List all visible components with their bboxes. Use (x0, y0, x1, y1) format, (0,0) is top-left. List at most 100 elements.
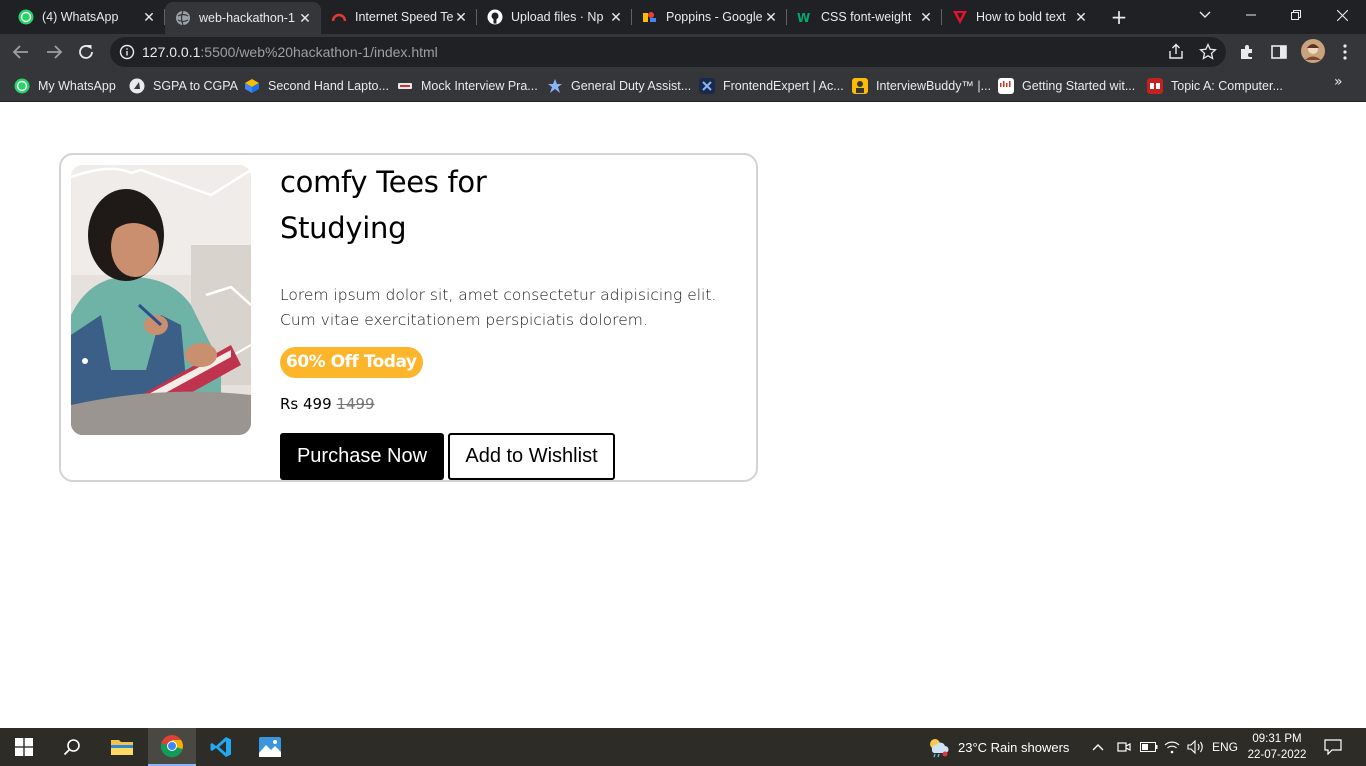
profile-avatar[interactable] (1301, 39, 1325, 63)
notification-center-button[interactable] (1324, 728, 1342, 766)
tab-whatsapp[interactable]: (4) WhatsApp ✕ (8, 0, 165, 34)
url-path: :5500/web%20hackathon-1/index.html (200, 44, 438, 60)
product-title: comfy Tees for Studying (280, 159, 560, 251)
calculator-icon (129, 78, 145, 94)
close-tab-icon[interactable]: ✕ (918, 9, 934, 25)
folder-icon (111, 740, 133, 755)
purchase-now-button[interactable]: Purchase Now (280, 433, 444, 480)
bookmarks-overflow-button[interactable]: » (1334, 74, 1343, 90)
bookmark-label: Mock Interview Pra... (421, 79, 538, 93)
extensions-icon[interactable] (1237, 42, 1257, 62)
minimize-button[interactable] (1229, 0, 1273, 30)
tab-web-hackathon[interactable]: web-hackathon-1 ✕ (165, 2, 321, 34)
tab-css-font-weight[interactable]: W CSS font-weight ✕ (787, 0, 942, 34)
whatsapp-icon (14, 78, 30, 94)
arrow-left-icon (12, 45, 28, 59)
add-to-wishlist-button[interactable]: Add to Wishlist (448, 433, 615, 480)
clock-time: 09:31 PM (1252, 733, 1302, 745)
close-tab-icon[interactable]: ✕ (1073, 9, 1089, 25)
google-fonts-icon (643, 12, 656, 22)
system-clock[interactable]: 09:31 PM 22-07-2022 (1246, 731, 1308, 763)
interview-icon (398, 83, 412, 89)
bookmark-label: My WhatsApp (38, 79, 116, 93)
wifi-icon[interactable] (1164, 728, 1180, 766)
cisco-icon (998, 78, 1014, 94)
tab-title: How to bold text (976, 10, 1066, 24)
reload-button[interactable] (74, 40, 98, 64)
rain-cloud-icon (930, 739, 949, 758)
browser-tab-strip: (4) WhatsApp ✕ web-hackathon-1 ✕ Interne… (0, 0, 1366, 34)
forward-button[interactable] (42, 40, 66, 64)
browser-toolbar: 127.0.0.1:5500/web%20hackathon-1/index.h… (0, 34, 1366, 70)
photos-taskbar-button[interactable] (246, 728, 294, 766)
tab-title: CSS font-weight (821, 10, 912, 24)
close-tab-icon[interactable]: ✕ (763, 9, 779, 25)
photos-icon (259, 737, 281, 757)
tab-search-icon[interactable] (1183, 0, 1227, 30)
chrome-taskbar-button[interactable] (148, 728, 196, 766)
url-host: 127.0.0.1 (142, 44, 201, 60)
close-tab-icon[interactable]: ✕ (453, 9, 469, 25)
file-explorer-button[interactable] (98, 728, 146, 766)
battery-icon[interactable] (1140, 728, 1158, 766)
bookmark-frontendexpert[interactable]: FrontendExpert | Ac... (699, 76, 844, 96)
info-icon[interactable] (119, 44, 135, 60)
bookmark-general-duty[interactable]: General Duty Assist... (547, 76, 691, 96)
arrow-right-icon (47, 45, 63, 59)
show-hidden-icons-button[interactable] (1092, 728, 1104, 766)
vscode-taskbar-button[interactable] (197, 728, 245, 766)
tab-title: Poppins - Google (666, 10, 763, 24)
reload-icon (79, 45, 93, 59)
stack-icon (953, 11, 967, 24)
new-tab-button[interactable]: + (1108, 6, 1130, 28)
bookmark-my-whatsapp[interactable]: My WhatsApp (14, 76, 116, 96)
restore-button[interactable] (1274, 0, 1318, 30)
language-indicator[interactable]: ENG (1212, 728, 1238, 766)
product-title-line2: Studying (280, 211, 407, 245)
close-window-button[interactable] (1320, 0, 1364, 30)
vscode-icon (210, 737, 231, 757)
pb-icon (1147, 78, 1163, 94)
search-button[interactable] (48, 728, 96, 766)
product-card: comfy Tees for Studying Lorem ipsum dolo… (59, 153, 758, 482)
address-bar[interactable]: 127.0.0.1:5500/web%20hackathon-1/index.h… (110, 37, 1226, 67)
bookmark-sgpa[interactable]: SGPA to CGPA (129, 76, 238, 96)
start-button[interactable] (0, 728, 48, 766)
tab-internet-speed[interactable]: Internet Speed Te ✕ (321, 0, 477, 34)
bookmark-label: General Duty Assist... (571, 79, 692, 93)
w3-icon: W (797, 11, 810, 25)
bookmark-star-icon[interactable] (1198, 42, 1218, 62)
volume-icon[interactable] (1187, 728, 1205, 766)
tab-title: web-hackathon-1 (199, 11, 295, 25)
bookmark-mock-interview[interactable]: Mock Interview Pra... (397, 76, 538, 96)
bookmarks-bar: My WhatsApp SGPA to CGPA Second Hand Lap… (0, 70, 1366, 102)
close-tab-icon[interactable]: ✕ (141, 9, 157, 25)
share-icon[interactable] (1166, 42, 1186, 62)
bookmark-label: Topic A: Computer... (1171, 79, 1283, 93)
chrome-menu-icon[interactable] (1335, 42, 1355, 62)
weather-widget[interactable]: 23°C Rain showers (926, 728, 1069, 766)
bookmark-topic-a[interactable]: Topic A: Computer... (1147, 76, 1283, 96)
laptop-shop-icon (245, 79, 259, 93)
clock-date: 22-07-2022 (1247, 749, 1307, 761)
bookmark-second-hand-laptop[interactable]: Second Hand Lapto... (244, 76, 389, 96)
meet-now-icon[interactable] (1116, 728, 1132, 766)
tab-how-to-bold[interactable]: How to bold text ✕ (942, 0, 1097, 34)
bookmark-getting-started[interactable]: Getting Started wit... (998, 76, 1135, 96)
close-tab-icon[interactable]: ✕ (297, 10, 313, 26)
interviewbuddy-icon (852, 78, 868, 94)
url-text[interactable]: 127.0.0.1:5500/web%20hackathon-1/index.h… (142, 44, 438, 60)
side-panel-icon[interactable] (1269, 42, 1289, 62)
speedtest-icon (331, 13, 347, 22)
back-button[interactable] (9, 40, 33, 64)
product-description: Lorem ipsum dolor sit, amet consectetur … (280, 286, 717, 329)
current-price: Rs 499 (280, 395, 332, 413)
original-price: 1499 (336, 395, 375, 413)
bookmark-interviewbuddy[interactable]: InterviewBuddy™ |... (852, 76, 991, 96)
close-tab-icon[interactable]: ✕ (608, 9, 624, 25)
chevron-up-icon (1092, 744, 1104, 751)
tab-poppins[interactable]: Poppins - Google ✕ (632, 0, 787, 34)
tab-upload-files[interactable]: Upload files · Np ✕ (477, 0, 632, 34)
svg-text:W: W (797, 11, 810, 25)
whatsapp-icon (18, 9, 34, 25)
